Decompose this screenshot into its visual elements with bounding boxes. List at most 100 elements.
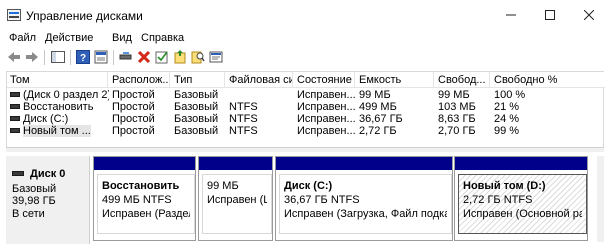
partition-recovery[interactable]: Восстановить 499 МБ NTFS Исправен (Разде… bbox=[93, 156, 196, 241]
cell-filesystem: NTFS bbox=[229, 125, 258, 137]
cell-layout: Простой bbox=[112, 89, 155, 101]
volume-icon bbox=[10, 91, 20, 97]
cell-free-percent: 24 % bbox=[494, 113, 520, 125]
partition-body: Новый том (D:) 2,72 ГБ NTFS Исправен (Ос… bbox=[458, 174, 587, 234]
search-icon bbox=[191, 51, 205, 64]
partition-status: Исправен (Ши bbox=[207, 194, 267, 206]
toolbar-separator bbox=[44, 50, 45, 65]
help-icon: ? bbox=[76, 50, 90, 64]
delete-icon bbox=[138, 51, 150, 63]
table-row[interactable]: Новый том ... Простой Базовый NTFS Испра… bbox=[7, 125, 605, 137]
cell-capacity: 499 МБ bbox=[359, 101, 397, 113]
column-header-free-percent[interactable]: Свободно % bbox=[491, 72, 605, 88]
volume-icon bbox=[10, 127, 20, 133]
partition-body: Восстановить 499 МБ NTFS Исправен (Разде… bbox=[97, 174, 195, 234]
table-row[interactable]: Диск (C:) Простой Базовый NTFS Исправен.… bbox=[7, 113, 605, 125]
window-title: Управление дисками bbox=[26, 9, 143, 23]
vertical-scrollbar[interactable] bbox=[597, 156, 604, 242]
partition-status: Исправен (Раздел из bbox=[102, 208, 190, 220]
table-row[interactable]: Восстановить Простой Базовый NTFS Исправ… bbox=[7, 101, 605, 113]
partition-name: Новый том (D:) bbox=[463, 180, 546, 192]
cell-layout: Простой bbox=[112, 125, 155, 137]
menu-bar: Файл Действие Вид Справка bbox=[0, 30, 610, 46]
partition-body: Диск (C:) 36,67 ГБ NTFS Исправен (Загруз… bbox=[279, 174, 452, 234]
partition-size: 2,72 ГБ NTFS bbox=[463, 194, 533, 206]
column-header-layout[interactable]: Располож... bbox=[109, 72, 170, 88]
disk-icon bbox=[12, 171, 24, 176]
partition-efi[interactable]: 99 МБ Исправен (Ши bbox=[198, 156, 273, 241]
delete-button[interactable] bbox=[136, 49, 152, 65]
export-button[interactable] bbox=[172, 49, 188, 65]
console-tree-icon bbox=[51, 51, 65, 63]
minimize-icon bbox=[506, 14, 516, 16]
partition-name: Восстановить bbox=[102, 180, 180, 192]
table-row[interactable]: (Диск 0 раздел 2) Простой Базовый Исправ… bbox=[7, 89, 605, 101]
connect-disk-icon bbox=[119, 52, 132, 60]
disk-status: В сети bbox=[12, 208, 45, 220]
maximize-button[interactable] bbox=[533, 0, 567, 30]
partition-bar bbox=[199, 157, 272, 170]
menu-action[interactable]: Действие bbox=[45, 32, 93, 44]
partition-bar bbox=[455, 157, 587, 170]
cell-volume: Новый том ... bbox=[7, 125, 109, 137]
minimize-button[interactable] bbox=[494, 0, 528, 30]
cell-filesystem bbox=[226, 89, 294, 101]
cell-status: Исправен... bbox=[297, 101, 356, 113]
menu-file[interactable]: Файл bbox=[9, 32, 36, 44]
svg-text:?: ? bbox=[80, 53, 86, 64]
properties-button[interactable] bbox=[93, 49, 109, 65]
cell-free: 8,63 ГБ bbox=[438, 113, 476, 125]
partition-d[interactable]: Новый том (D:) 2,72 ГБ NTFS Исправен (Ос… bbox=[454, 156, 588, 241]
cell-type: Базовый bbox=[174, 125, 219, 137]
menu-help[interactable]: Справка bbox=[141, 32, 184, 44]
cell-type: Базовый bbox=[174, 89, 219, 101]
disk-name: Диск 0 bbox=[30, 168, 66, 180]
cell-status: Исправен... bbox=[297, 89, 356, 101]
cell-capacity: 99 МБ bbox=[359, 89, 391, 101]
help-button[interactable]: ? bbox=[75, 49, 91, 65]
column-header-status[interactable]: Состояние bbox=[294, 72, 355, 88]
column-header-filesystem[interactable]: Файловая сис... bbox=[226, 72, 293, 88]
cell-status: Исправен... bbox=[297, 125, 356, 137]
volume-list: Том Располож... Тип Файловая сис... Сост… bbox=[6, 71, 605, 147]
connect-disk-button[interactable] bbox=[118, 49, 134, 65]
cell-free-percent: 99 % bbox=[494, 125, 520, 137]
console-tree-button[interactable] bbox=[50, 49, 66, 65]
column-header-capacity[interactable]: Емкость bbox=[356, 72, 434, 88]
partition-c[interactable]: Диск (C:) 36,67 ГБ NTFS Исправен (Загруз… bbox=[275, 156, 453, 241]
partition-size: 499 МБ NTFS bbox=[102, 194, 172, 206]
partition-name: Диск (C:) bbox=[284, 180, 333, 192]
partition-size: 99 МБ bbox=[207, 180, 239, 192]
cell-free-percent: 21 % bbox=[494, 101, 520, 113]
toolbar: ? bbox=[0, 47, 610, 69]
cell-free: 103 МБ bbox=[438, 101, 476, 113]
volume-icon bbox=[10, 103, 20, 109]
forward-button[interactable] bbox=[24, 49, 40, 65]
column-header-type[interactable]: Тип bbox=[171, 72, 225, 88]
column-header-free[interactable]: Свобод... bbox=[435, 72, 490, 88]
column-header-volume[interactable]: Том bbox=[7, 72, 108, 88]
cell-free-percent: 100 % bbox=[494, 89, 526, 101]
back-arrow-icon bbox=[8, 52, 20, 62]
check-button[interactable] bbox=[154, 49, 170, 65]
cell-volume: (Диск 0 раздел 2) bbox=[7, 89, 109, 101]
cell-capacity: 2,72 ГБ bbox=[359, 125, 397, 137]
partition-bar bbox=[94, 157, 195, 170]
search-button[interactable] bbox=[190, 49, 206, 65]
close-button[interactable] bbox=[572, 0, 606, 30]
title-bar: Управление дисками bbox=[0, 0, 610, 30]
cell-filesystem: NTFS bbox=[229, 101, 258, 113]
back-button[interactable] bbox=[6, 49, 22, 65]
disk-info-panel[interactable]: Диск 0 Базовый 39,98 ГБ В сети bbox=[6, 156, 90, 244]
check-icon bbox=[155, 51, 168, 64]
toolbar-separator bbox=[113, 50, 114, 65]
rescan-button[interactable] bbox=[208, 49, 224, 65]
volume-list-header: Том Располож... Тип Файловая сис... Сост… bbox=[7, 72, 605, 88]
menu-view[interactable]: Вид bbox=[112, 32, 132, 44]
cell-volume: Восстановить bbox=[7, 101, 109, 113]
cell-filesystem: NTFS bbox=[229, 113, 258, 125]
rescan-icon bbox=[209, 51, 223, 63]
partition-size: 36,67 ГБ NTFS bbox=[284, 194, 360, 206]
toolbar-separator bbox=[70, 50, 71, 65]
cell-status: Исправен... bbox=[297, 113, 356, 125]
